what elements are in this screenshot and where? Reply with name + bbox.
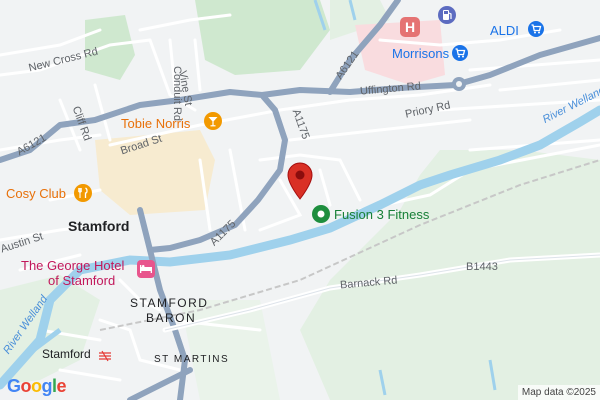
map-view[interactable]: New Cross Rd Conduit Rd Vine St Cliff Rd… xyxy=(0,0,600,400)
poi-label-fusion-3-fitness[interactable]: Fusion 3 Fitness xyxy=(334,208,429,221)
fuel-icon[interactable] xyxy=(437,5,457,30)
cutlery-icon[interactable] xyxy=(73,183,93,208)
poi-label-morrisons[interactable]: Morrisons xyxy=(392,47,449,60)
bed-icon[interactable] xyxy=(136,259,156,284)
poi-label-aldi[interactable]: ALDI xyxy=(490,24,519,37)
google-logo[interactable]: Google xyxy=(7,376,67,397)
district-label-baron[interactable]: BARON xyxy=(146,312,196,324)
shopping-cart-icon[interactable] xyxy=(527,20,545,43)
road-label-b1443: B1443 xyxy=(466,261,498,273)
map-attribution[interactable]: Map data ©2025 xyxy=(517,385,600,400)
logo-letter-g2: g xyxy=(41,376,53,396)
logo-letter-o2: o xyxy=(31,376,42,396)
logo-letter-o1: o xyxy=(20,376,32,396)
hospital-icon[interactable]: H xyxy=(399,16,421,43)
poi-label-tobie-norris[interactable]: Tobie Norris xyxy=(121,117,190,130)
location-pin-icon[interactable] xyxy=(286,162,314,205)
svg-text:H: H xyxy=(405,19,415,35)
poi-label-cosy-club[interactable]: Cosy Club xyxy=(6,187,66,200)
logo-letter-e: e xyxy=(56,376,67,396)
shopping-cart-icon[interactable] xyxy=(451,44,469,67)
rail-icon[interactable] xyxy=(98,349,112,367)
poi-label-george-hotel-line1[interactable]: The George Hotel xyxy=(21,259,124,272)
poi-label-george-hotel-line2[interactable]: of Stamford xyxy=(48,274,115,287)
logo-letter-g1: G xyxy=(7,376,21,396)
district-label-stamford[interactable]: STAMFORD xyxy=(130,297,208,309)
district-label-st-martins[interactable]: ST MARTINS xyxy=(154,355,229,365)
place-label-stamford[interactable]: Stamford xyxy=(68,219,129,233)
fitness-icon[interactable] xyxy=(311,204,331,229)
cocktail-icon[interactable] xyxy=(203,111,223,136)
station-label-stamford[interactable]: Stamford xyxy=(42,348,91,360)
